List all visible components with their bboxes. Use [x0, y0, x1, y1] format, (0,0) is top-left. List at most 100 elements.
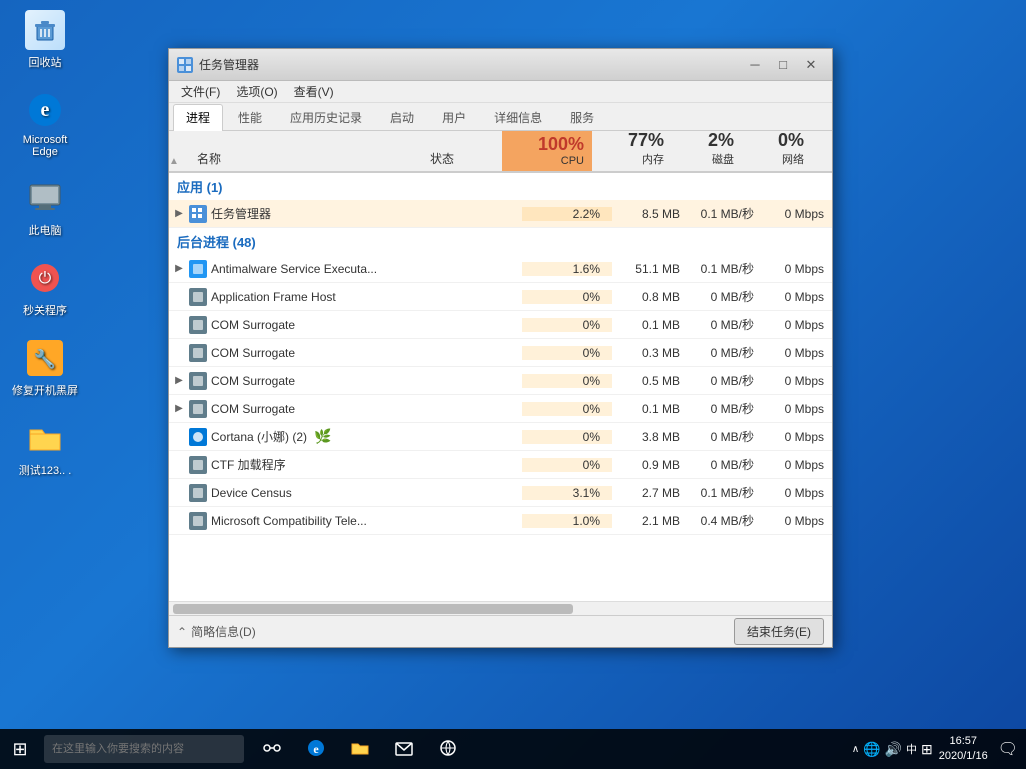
window-controls: ─ □ ✕: [742, 55, 824, 75]
menu-view[interactable]: 查看(V): [286, 81, 342, 102]
repair-label: 修复开机黑屏: [12, 382, 78, 398]
start-button[interactable]: ⊞: [0, 729, 40, 769]
table-row[interactable]: Cortana (小娜) (2) 🌿 0% 3.8 MB 0 MB/秒 0 Mb…: [169, 423, 832, 451]
svg-text:🔧: 🔧: [34, 348, 56, 369]
expand-icon[interactable]: ▶: [169, 208, 189, 219]
summary-text[interactable]: 简略信息(D): [191, 623, 256, 640]
maximize-button[interactable]: □: [770, 55, 796, 75]
process-list[interactable]: 应用 (1) ▶ 任务管理器 2.2% 8.5 MB 0.1 MB/秒 0 Mb…: [169, 173, 832, 601]
taskbar-mail[interactable]: [384, 729, 424, 769]
process-icon: [189, 456, 207, 474]
col-name-header[interactable]: 名称: [189, 148, 422, 171]
process-disk: 0 MB/秒: [692, 428, 762, 445]
window-content: ▲ 名称 状态 100% CPU 77% 内存 2% 磁盘: [169, 131, 832, 615]
table-row[interactable]: ▶ COM Surrogate 0% 0.5 MB 0 MB/秒 0 Mbps: [169, 367, 832, 395]
process-name: CTF 加载程序: [211, 456, 442, 473]
edge-label: Microsoft Edge: [10, 134, 80, 158]
table-row[interactable]: CTF 加载程序 0% 0.9 MB 0 MB/秒 0 Mbps: [169, 451, 832, 479]
tab-users[interactable]: 用户: [429, 104, 479, 130]
taskbar-network[interactable]: [428, 729, 468, 769]
process-net: 0 Mbps: [762, 514, 832, 528]
minimize-button[interactable]: ─: [742, 55, 768, 75]
process-disk: 0 MB/秒: [692, 344, 762, 361]
table-row[interactable]: Application Frame Host 0% 0.8 MB 0 MB/秒 …: [169, 283, 832, 311]
tray-arrow[interactable]: ∧: [852, 744, 859, 755]
taskbar-task-view[interactable]: [252, 729, 292, 769]
desktop-icon-shutdown[interactable]: ⏻ 秒关程序: [10, 258, 80, 318]
process-name: Device Census: [211, 486, 442, 500]
recycle-bin-label: 回收站: [29, 54, 62, 70]
process-net: 0 Mbps: [762, 290, 832, 304]
desktop-icon-repair[interactable]: 🔧 修复开机黑屏: [10, 338, 80, 398]
col-status-header[interactable]: 状态: [422, 148, 502, 171]
col-disk-header[interactable]: 2% 磁盘: [672, 131, 742, 171]
col-net-header[interactable]: 0% 网络: [742, 131, 812, 171]
tray-volume-icon[interactable]: 🔊: [885, 741, 902, 758]
menu-options[interactable]: 选项(O): [228, 81, 285, 102]
tab-bar: 进程 性能 应用历史记录 启动 用户 详细信息 服务: [169, 103, 832, 131]
expand-icon[interactable]: ▶: [169, 263, 189, 274]
table-row[interactable]: ▶ COM Surrogate 0% 0.1 MB 0 MB/秒 0 Mbps: [169, 395, 832, 423]
repair-icon: 🔧: [25, 338, 65, 378]
close-button[interactable]: ✕: [798, 55, 824, 75]
taskbar-explorer[interactable]: [340, 729, 380, 769]
taskbar-edge[interactable]: e: [296, 729, 336, 769]
expand-icon[interactable]: ▶: [169, 375, 189, 386]
section-background: 后台进程 (48): [169, 228, 832, 255]
process-net: 0 Mbps: [762, 262, 832, 276]
table-row[interactable]: ▶ 任务管理器 2.2% 8.5 MB 0.1 MB/秒 0 Mbps: [169, 200, 832, 228]
menu-file[interactable]: 文件(F): [173, 81, 228, 102]
process-cpu: 3.1%: [522, 486, 612, 500]
process-name: 任务管理器: [211, 205, 442, 222]
process-cpu: 0%: [522, 402, 612, 416]
process-cpu: 0%: [522, 458, 612, 472]
summary-arrow-icon[interactable]: ⌃: [177, 625, 187, 639]
desktop-icon-recycle[interactable]: 回收站: [10, 10, 80, 70]
table-row[interactable]: COM Surrogate 0% 0.3 MB 0 MB/秒 0 Mbps: [169, 339, 832, 367]
process-cpu: 0%: [522, 430, 612, 444]
process-disk: 0 MB/秒: [692, 288, 762, 305]
scrollbar-thumb[interactable]: [173, 604, 573, 614]
process-net: 0 Mbps: [762, 374, 832, 388]
process-disk: 0.1 MB/秒: [692, 260, 762, 277]
table-row[interactable]: Microsoft Compatibility Tele... 1.0% 2.1…: [169, 507, 832, 535]
status-bar: ⌃ 简略信息(D) 结束任务(E): [169, 615, 832, 647]
process-mem: 51.1 MB: [612, 262, 692, 276]
tab-app-history[interactable]: 应用历史记录: [277, 104, 375, 130]
status-bar-left: ⌃ 简略信息(D): [177, 623, 734, 640]
process-name: COM Surrogate: [211, 318, 442, 332]
process-mem: 0.1 MB: [612, 402, 692, 416]
process-name: COM Surrogate: [211, 402, 442, 416]
table-row[interactable]: COM Surrogate 0% 0.1 MB 0 MB/秒 0 Mbps: [169, 311, 832, 339]
tab-services[interactable]: 服务: [557, 104, 607, 130]
desktop-icon-computer[interactable]: 此电脑: [10, 178, 80, 238]
svg-text:e: e: [313, 742, 319, 756]
process-net: 0 Mbps: [762, 486, 832, 500]
process-disk: 0 MB/秒: [692, 372, 762, 389]
taskbar-time[interactable]: 16:57 2020/1/16: [939, 734, 988, 765]
process-mem: 0.1 MB: [612, 318, 692, 332]
recycle-bin-icon: [25, 10, 65, 50]
tray-notification-icon[interactable]: 🗨: [998, 739, 1018, 759]
horizontal-scrollbar[interactable]: [169, 601, 832, 615]
process-name: COM Surrogate: [211, 346, 442, 360]
expand-icon[interactable]: ▶: [169, 403, 189, 414]
search-input[interactable]: [44, 735, 244, 763]
taskbar-tray: ∧ 🌐 🔊 中 ⊞ 16:57 2020/1/16 🗨: [852, 734, 1026, 765]
process-cpu: 0%: [522, 318, 612, 332]
desktop-icon-edge[interactable]: e Microsoft Edge: [10, 90, 80, 158]
end-task-button[interactable]: 结束任务(E): [734, 618, 824, 645]
tab-startup[interactable]: 启动: [377, 104, 427, 130]
svg-text:⏻: ⏻: [39, 270, 52, 287]
table-row[interactable]: ▶ Antimalware Service Executa... 1.6% 51…: [169, 255, 832, 283]
tab-performance[interactable]: 性能: [225, 104, 275, 130]
tab-process[interactable]: 进程: [173, 104, 223, 131]
tray-keyboard-icon[interactable]: ⊞: [921, 741, 933, 758]
table-row[interactable]: Device Census 3.1% 2.7 MB 0.1 MB/秒 0 Mbp…: [169, 479, 832, 507]
col-cpu-header[interactable]: 100% CPU: [502, 131, 592, 171]
tab-details[interactable]: 详细信息: [481, 104, 555, 130]
col-mem-header[interactable]: 77% 内存: [592, 131, 672, 171]
process-name: Antimalware Service Executa...: [211, 262, 442, 276]
tray-language[interactable]: 中: [906, 741, 917, 757]
desktop-icon-folder[interactable]: 测试123.. .: [10, 418, 80, 478]
